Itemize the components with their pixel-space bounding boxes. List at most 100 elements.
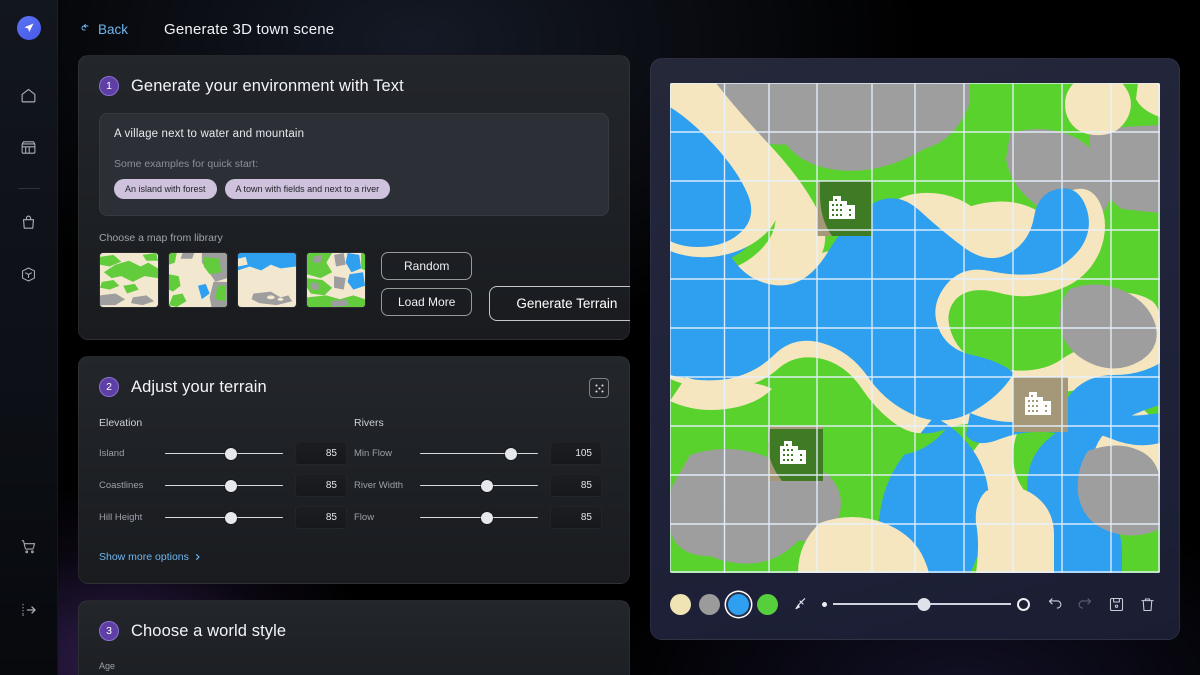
map-thumb-1[interactable] [99, 252, 159, 308]
left-sidebar [0, 0, 58, 675]
slider-row-coastlines: Coastlines 85 [99, 473, 354, 498]
prompt-text: A village next to water and mountain [114, 128, 305, 140]
example-chip-1[interactable]: An island with forest [114, 179, 217, 199]
sand-swatch[interactable] [670, 593, 691, 615]
chevron-right-icon [194, 553, 202, 561]
steps-column: 1 Generate your environment with Text A … [78, 55, 630, 675]
example-chip-2[interactable]: A town with fields and next to a river [224, 179, 391, 199]
show-more-label: Show more options [99, 551, 189, 563]
slider-label-flow: Flow [354, 512, 375, 523]
app-root: Back Generate 3D town scene 1 Generate y… [0, 0, 1200, 675]
slider-value-river-width[interactable]: 85 [550, 474, 602, 497]
water-swatch[interactable] [728, 593, 749, 615]
top-header: Back Generate 3D town scene [58, 0, 1200, 58]
map-canvas[interactable] [670, 83, 1160, 573]
back-button[interactable]: Back [80, 22, 128, 37]
save-icon[interactable] [1103, 591, 1129, 617]
slider-knob[interactable] [225, 511, 238, 524]
step-3-card: 3 Choose a world style Age Modern Mediev… [78, 600, 630, 675]
slider-track [420, 516, 538, 519]
sidebar-item-3d[interactable] [12, 257, 46, 291]
undo-arrow-icon [80, 23, 92, 35]
library-buttons: Random Load More [381, 252, 473, 316]
generate-terrain-button[interactable]: Generate Terrain [489, 286, 630, 321]
slider-group-elevation: Elevation Island 85 Coastlines 85 Hill H… [99, 417, 354, 537]
slider-group-rivers: Rivers Min Flow 105 River Width 85 Flow … [354, 417, 609, 537]
step-2-header: 2 Adjust your terrain [99, 377, 609, 398]
brush-size-slider[interactable] [822, 595, 1030, 613]
slider-hill-height[interactable] [165, 510, 283, 526]
slider-label-hill-height: Hill Height [99, 512, 143, 523]
slider-value-min-flow[interactable]: 105 [550, 442, 602, 465]
sidebar-item-assets[interactable] [12, 205, 46, 239]
slider-min-flow[interactable] [420, 446, 538, 462]
paper-plane-logo[interactable] [16, 16, 41, 40]
show-more-options-link[interactable]: Show more options [99, 551, 202, 563]
slider-track [165, 452, 283, 455]
step-1-card: 1 Generate your environment with Text A … [78, 55, 630, 340]
redo-icon[interactable] [1072, 591, 1098, 617]
group-label-elevation: Elevation [99, 417, 143, 429]
load-more-button[interactable]: Load More [381, 288, 473, 316]
brush-size-max-circle [1017, 597, 1030, 611]
back-label: Back [98, 21, 129, 37]
sidebar-bottom-group [12, 529, 46, 675]
terrain-sliders: Elevation Island 85 Coastlines 85 Hill H… [99, 417, 609, 537]
undo-icon[interactable] [1041, 591, 1067, 617]
slider-label-min-flow: Min Flow [354, 448, 393, 459]
step-3-badge: 3 [99, 621, 119, 641]
slider-value-flow[interactable]: 85 [550, 506, 602, 529]
age-label: Age [99, 661, 116, 671]
examples-label: Some examples for quick start: [114, 158, 259, 170]
map-thumb-2[interactable] [168, 252, 228, 308]
slider-knob[interactable] [481, 511, 494, 524]
step-3-title: Choose a world style [131, 621, 287, 640]
step-2-title: Adjust your terrain [131, 377, 267, 396]
delete-icon[interactable] [1134, 591, 1160, 617]
slider-river-width[interactable] [420, 478, 538, 494]
map-editor-panel [650, 58, 1180, 640]
prompt-input[interactable]: A village next to water and mountain Som… [99, 113, 609, 216]
slider-row-island: Island 85 [99, 441, 354, 466]
brush-size-track[interactable] [833, 596, 1011, 612]
random-button[interactable]: Random [381, 252, 473, 280]
slider-knob[interactable] [225, 479, 238, 492]
slider-value-island[interactable]: 85 [295, 442, 347, 465]
step-3-header: 3 Choose a world style [99, 621, 609, 641]
slider-label-island: Island [99, 448, 125, 459]
library-label: Choose a map from library [99, 232, 223, 244]
slider-row-flow: Flow 85 [354, 505, 609, 530]
paintbrush-icon[interactable] [792, 596, 808, 612]
dice-randomize-icon[interactable] [589, 378, 609, 398]
map-thumb-3[interactable] [237, 252, 297, 308]
library-row: Random Load More Generate Terrain [99, 252, 630, 321]
expand-panel-icon[interactable] [12, 593, 46, 627]
shopping-cart-icon[interactable] [12, 529, 46, 563]
slider-value-hill-height[interactable]: 85 [295, 506, 347, 529]
slider-island[interactable] [165, 446, 283, 462]
rock-swatch[interactable] [699, 593, 720, 615]
sidebar-item-home[interactable] [12, 78, 46, 112]
slider-label-river-width: River Width [354, 480, 404, 491]
slider-knob[interactable] [504, 447, 517, 460]
slider-track [420, 452, 538, 455]
sidebar-item-store[interactable] [12, 130, 46, 164]
slider-knob[interactable] [481, 479, 494, 492]
slider-label-coastlines: Coastlines [99, 480, 144, 491]
slider-flow[interactable] [420, 510, 538, 526]
step-2-card: 2 Adjust your terrain Elevation Island 8… [78, 356, 630, 584]
example-chip-list: An island with forest A town with fields… [114, 179, 594, 199]
slider-knob[interactable] [225, 447, 238, 460]
slider-value-coastlines[interactable]: 85 [295, 474, 347, 497]
map-thumb-4[interactable] [306, 252, 366, 308]
group-label-rivers: Rivers [354, 417, 384, 429]
brush-size-knob[interactable] [917, 597, 931, 611]
slider-track [420, 484, 538, 487]
slider-row-min-flow: Min Flow 105 [354, 441, 609, 466]
slider-row-river-width: River Width 85 [354, 473, 609, 498]
slider-coastlines[interactable] [165, 478, 283, 494]
terrain-map[interactable] [670, 83, 1160, 573]
sidebar-divider [17, 188, 40, 189]
grass-swatch[interactable] [757, 593, 778, 615]
map-toolbar [670, 581, 1160, 627]
